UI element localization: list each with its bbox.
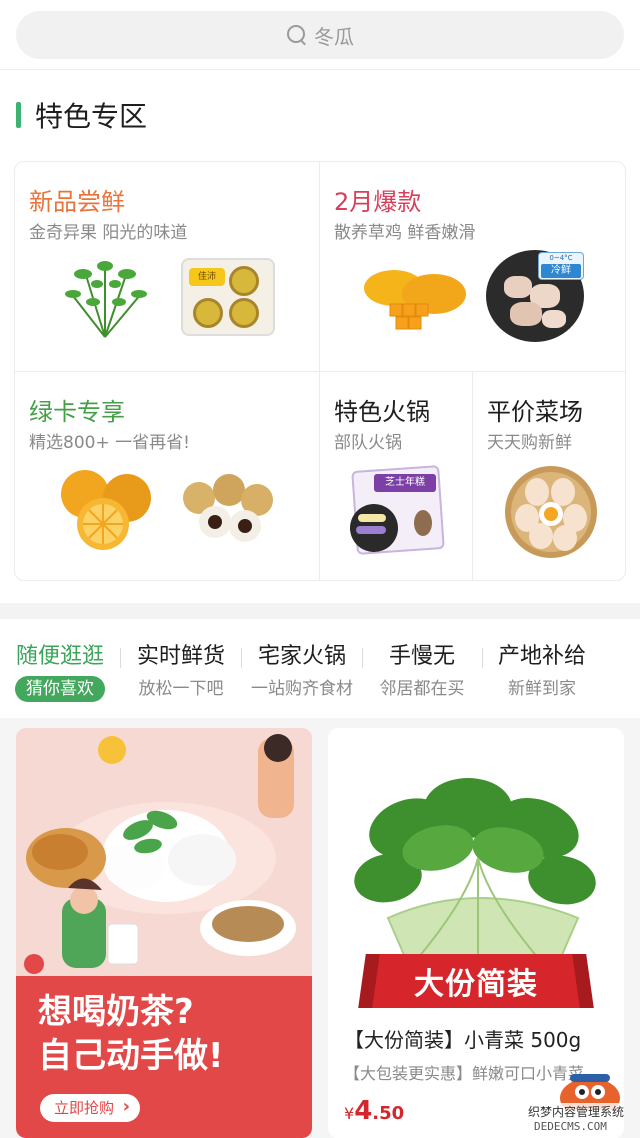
feature-title: 新品尝鲜 xyxy=(29,188,125,216)
search-icon xyxy=(286,24,308,46)
feature-title: 特色火锅 xyxy=(334,398,430,426)
orange-image xyxy=(61,470,151,550)
search-input[interactable]: 冬瓜 xyxy=(16,11,624,59)
price-integer: 4 xyxy=(354,1096,373,1126)
feature-subtitle: 精选800+ 一省再省! xyxy=(29,433,190,453)
longan-image xyxy=(183,474,273,542)
feature-market[interactable]: 平价菜场 天天购新鲜 xyxy=(473,372,625,580)
search-header: 冬瓜 xyxy=(0,0,640,70)
hotpot-bag-image: 芝士年糕 xyxy=(344,464,448,560)
tab-title: 产地补给 xyxy=(497,644,586,669)
feature-new-arrivals[interactable]: 新品尝鲜 金奇异果 阳光的味道 佳沛 xyxy=(15,162,320,372)
feature-subtitle: 散养草鸡 鲜香嫩滑 xyxy=(334,223,476,243)
banner-headline-1: 想喝奶茶? xyxy=(38,992,194,1032)
feature-grid: 新品尝鲜 金奇异果 阳光的味道 佳沛 2月爆款 散养草鸡 鲜香嫩滑 0~4°C … xyxy=(14,161,626,581)
watermark: 织梦内容管理系统 DEDECMS.COM xyxy=(528,1070,640,1138)
chicken-image: 0~4°C 冷鲜 xyxy=(486,250,584,342)
feature-title: 绿卡专享 xyxy=(29,398,125,426)
tab-fresh[interactable]: 实时鲜货 放松一下吧 xyxy=(121,640,241,702)
milk-tea-illustration xyxy=(16,728,312,978)
tab-subtitle: 放松一下吧 xyxy=(138,679,224,699)
section-title: 特色专区 xyxy=(35,100,148,133)
tab-title: 随便逛逛 xyxy=(15,644,104,669)
feature-subtitle: 部队火锅 xyxy=(334,433,402,453)
section-accent-bar xyxy=(16,102,21,128)
greens-image xyxy=(65,261,147,338)
feature-greencard[interactable]: 绿卡专享 精选800+ 一省再省! xyxy=(15,372,320,580)
chicken-temp: 0~4°C xyxy=(549,254,573,262)
kiwi-box-label: 佳沛 xyxy=(189,268,225,286)
tab-title: 手慢无 xyxy=(388,644,455,669)
buy-now-button[interactable]: 立即抢购 xyxy=(40,1093,141,1122)
feature-title: 2月爆款 xyxy=(334,188,422,216)
feature-subtitle: 金奇异果 阳光的味道 xyxy=(29,223,188,243)
section-header: 特色专区 xyxy=(16,98,148,133)
tab-subtitle: 新鲜到家 xyxy=(508,679,576,699)
kiwi-box-image: 佳沛 xyxy=(181,258,275,336)
feature-hotpot[interactable]: 特色火锅 部队火锅 芝士年糕 xyxy=(320,372,473,580)
watermark-line-2: DEDECMS.COM xyxy=(534,1120,607,1133)
tab-subtitle: 邻居都在买 xyxy=(379,679,465,699)
bag-label: 芝士年糕 xyxy=(374,474,436,492)
tab-subtitle: 猜你喜欢 xyxy=(15,676,105,702)
promo-banner[interactable]: 想喝奶茶? 自己动手做! 立即抢购 xyxy=(16,728,312,1138)
tab-limited[interactable]: 手慢无 邻居都在买 xyxy=(362,640,482,702)
tab-hotpot[interactable]: 宅家火锅 一站购齐食材 xyxy=(242,640,362,702)
feature-subtitle: 天天购新鲜 xyxy=(487,433,572,453)
tab-subtitle: 一站购齐食材 xyxy=(251,679,353,699)
banner-headline-2: 自己动手做! xyxy=(38,1036,224,1076)
feature-monthly-hot[interactable]: 2月爆款 散养草鸡 鲜香嫩滑 0~4°C 冷鲜 xyxy=(320,162,625,372)
chicken-tag: 冷鲜 xyxy=(541,264,581,278)
section-divider xyxy=(0,603,640,619)
product-ribbon: 大份简装 xyxy=(370,954,582,1008)
search-placeholder: 冬瓜 xyxy=(314,24,354,49)
price-decimal: .50 xyxy=(372,1103,405,1124)
tab-title: 宅家火锅 xyxy=(257,644,346,669)
tab-origin[interactable]: 产地补给 新鲜到家 xyxy=(482,640,602,702)
banner-headline: 想喝奶茶? 自己动手做! xyxy=(38,990,224,1078)
watermark-line-1: 织梦内容管理系统 xyxy=(528,1103,625,1120)
price-symbol: ¥ xyxy=(344,1104,355,1123)
feature-title: 平价菜场 xyxy=(487,398,583,426)
product-price: ¥4.50 xyxy=(344,1096,404,1126)
tab-browse[interactable]: 随便逛逛 猜你喜欢 xyxy=(0,640,120,702)
eggs-image xyxy=(505,466,597,558)
product-name: 【大份简装】小青菜 500g xyxy=(344,1028,582,1052)
category-tabs: 随便逛逛 猜你喜欢 实时鲜货 放松一下吧 宅家火锅 一站购齐食材 手慢无 邻居都… xyxy=(0,640,640,710)
tab-title: 实时鲜货 xyxy=(136,644,225,669)
mango-image xyxy=(364,270,466,330)
